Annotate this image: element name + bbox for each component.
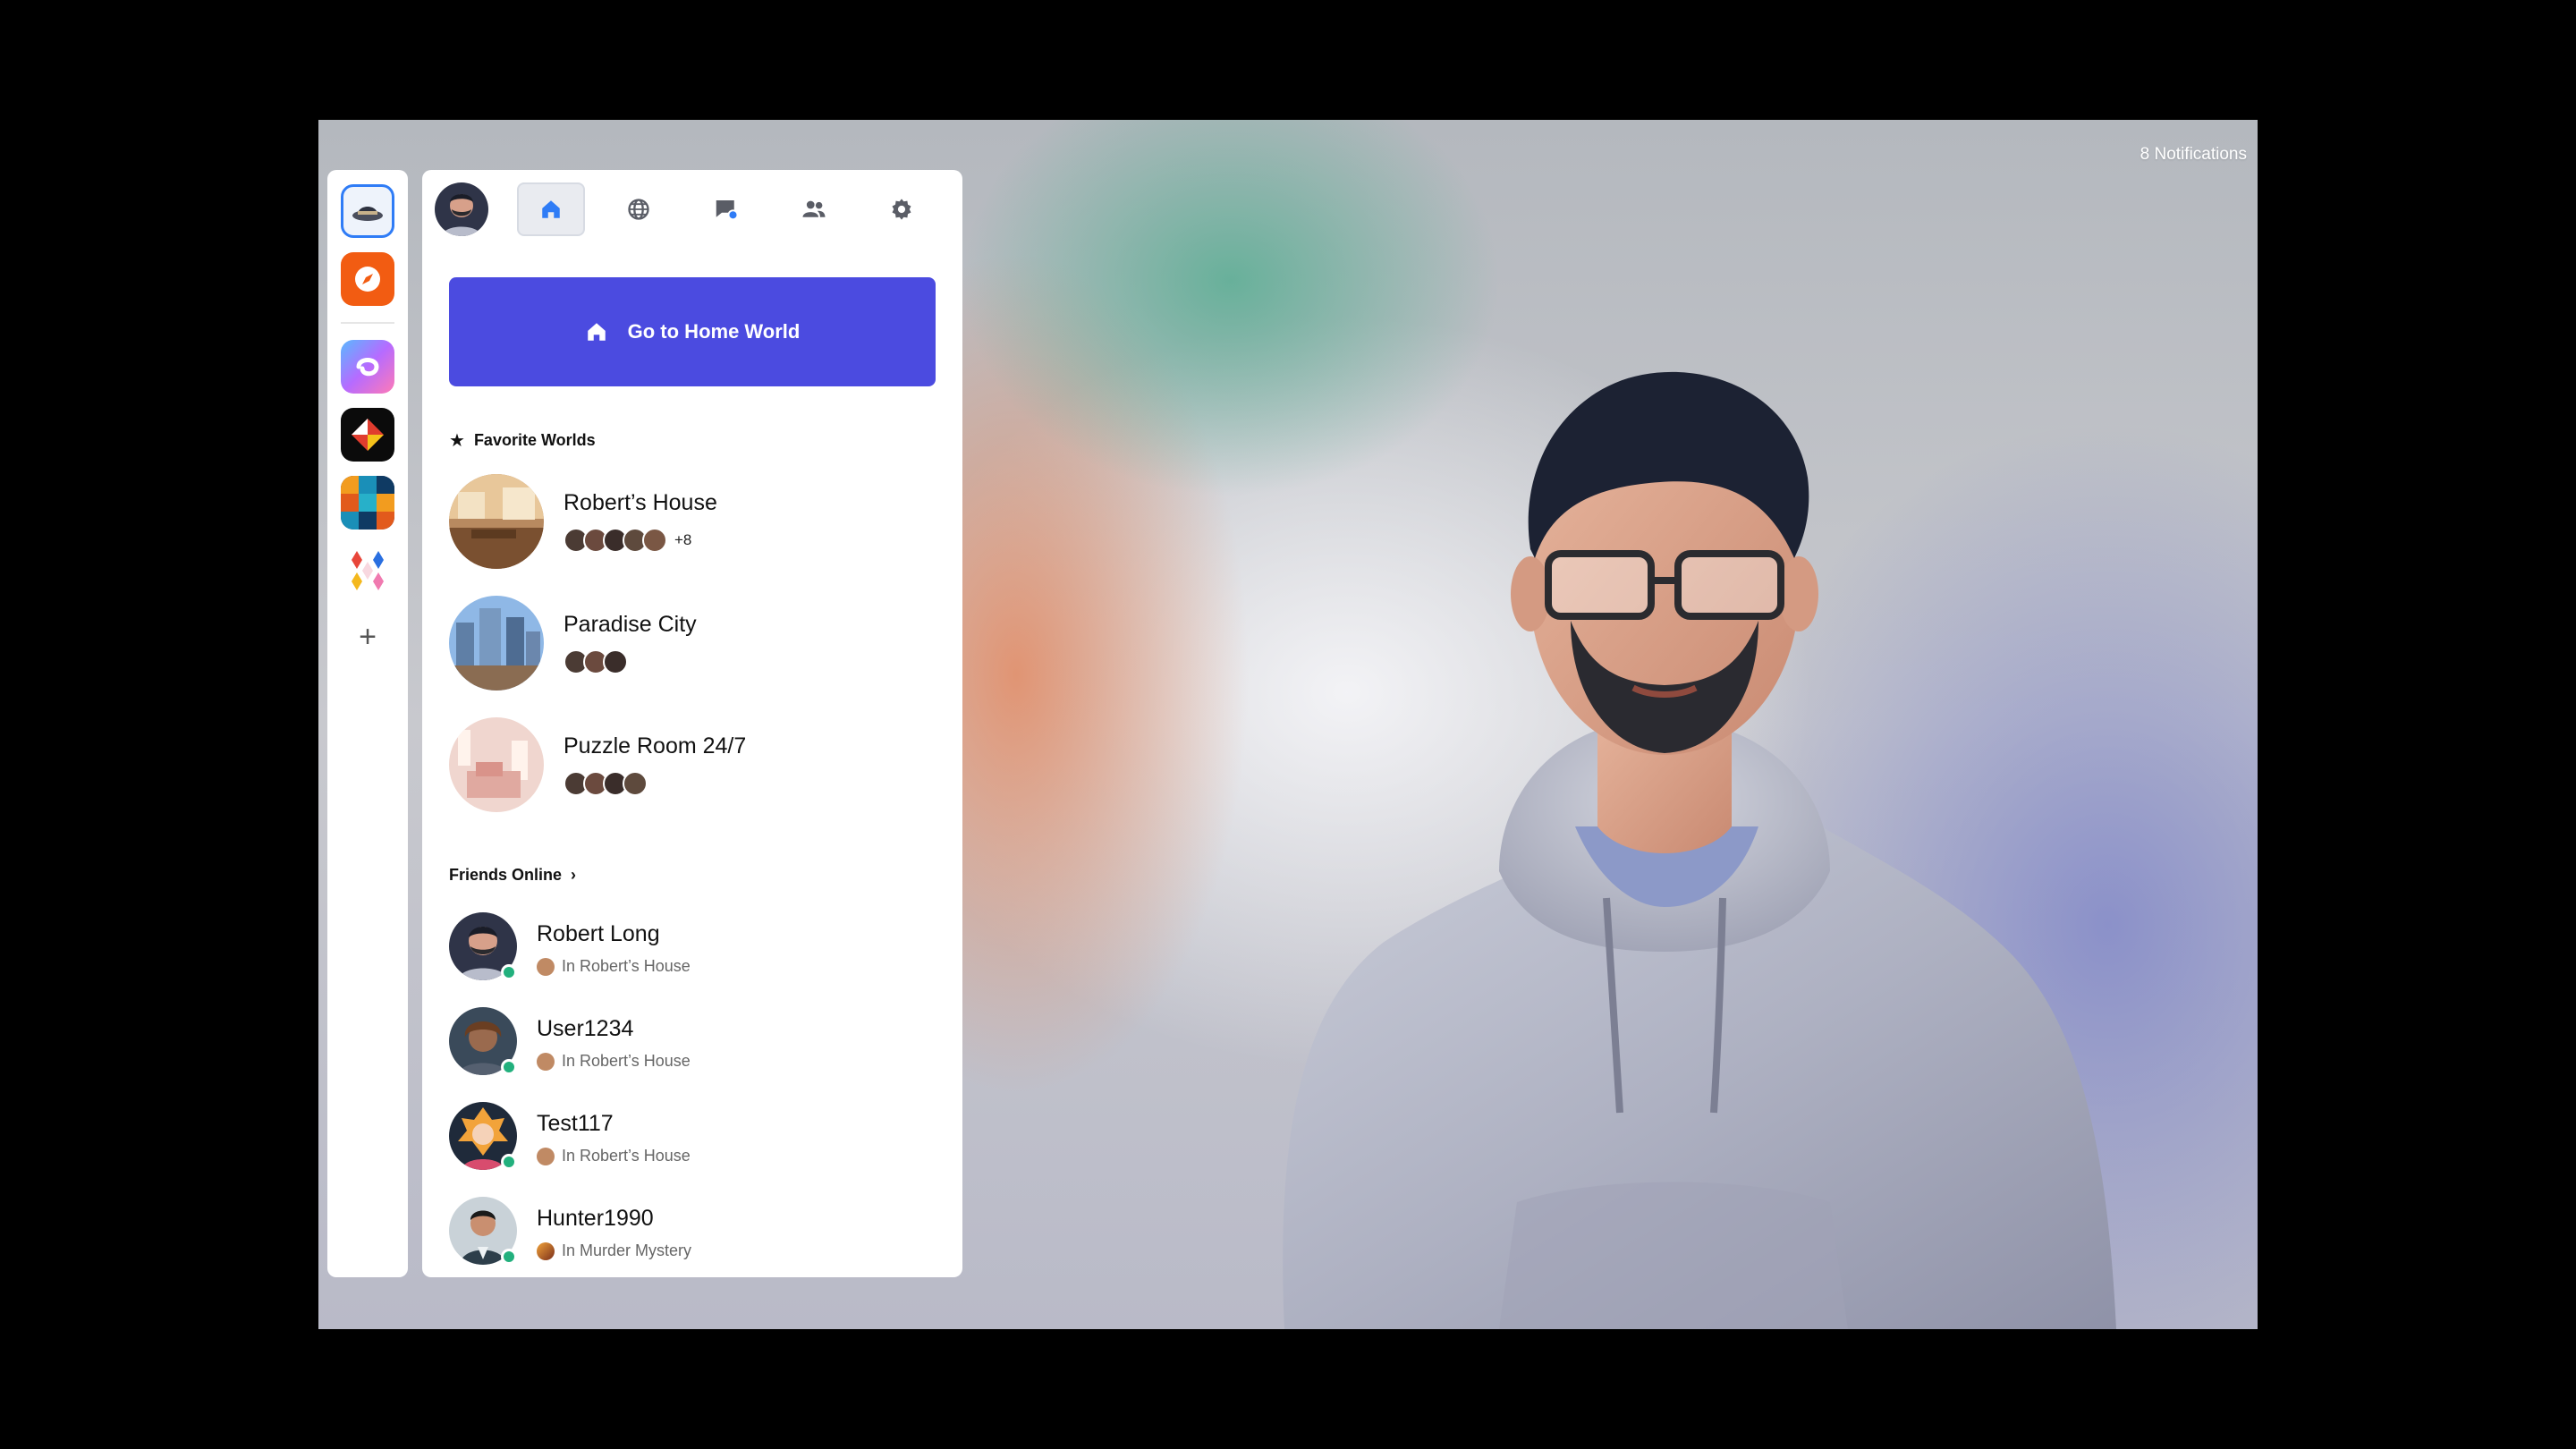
home-button-label: Go to Home World: [627, 320, 801, 343]
online-status-indicator: [501, 964, 517, 980]
friend-location-text: In Robert’s House: [562, 1147, 691, 1165]
friend-location-text: In Robert’s House: [562, 1052, 691, 1070]
world-thumbnail: [537, 1147, 555, 1165]
world-item[interactable]: Robert’s House +8: [449, 474, 932, 571]
friend-location-text: In Murder Mystery: [562, 1241, 692, 1259]
world-name: Robert’s House: [564, 490, 717, 515]
friend-item[interactable]: User1234 In Robert’s House: [449, 1007, 932, 1079]
chat-icon: [716, 200, 739, 221]
friends-online-heading[interactable]: Friends Online ›: [449, 866, 576, 885]
world-viewport[interactable]: 8 Notifications + Go to Home World ★ Fav…: [318, 120, 2258, 1329]
world-visitors: [564, 649, 628, 674]
home-panel: Go to Home World ★ Favorite Worlds Rober…: [422, 170, 962, 1277]
friends-online-title: Friends Online: [449, 866, 563, 884]
friend-name: Test117: [537, 1111, 614, 1136]
blocks-app-icon[interactable]: [341, 476, 394, 530]
world-visitors: +8: [564, 528, 691, 553]
friend-item[interactable]: Test117 In Robert’s House: [449, 1102, 932, 1174]
world-thumbnail: [537, 957, 555, 976]
visitor-overflow-count: +8: [674, 531, 692, 548]
go-to-home-world-button[interactable]: Go to Home World: [449, 277, 936, 386]
globe-icon: [628, 199, 649, 220]
profile-avatar[interactable]: [435, 182, 488, 236]
friend-location-text: In Robert’s House: [562, 957, 691, 975]
friend-location: In Robert’s House: [537, 1147, 691, 1165]
shape-app-icon[interactable]: [341, 408, 394, 462]
settings-icon: [892, 199, 911, 220]
online-status-indicator: [501, 1154, 517, 1170]
notifications-link[interactable]: 8 Notifications: [2140, 145, 2247, 165]
panel-nav: [435, 182, 953, 236]
favorite-worlds-title: Favorite Worlds: [473, 431, 596, 449]
tab-chat[interactable]: [692, 182, 760, 236]
avatar-preview: [1283, 371, 2116, 1329]
swirl-app-icon[interactable]: [341, 340, 394, 394]
world-visitors: [564, 771, 648, 796]
world-thumbnail: [449, 717, 544, 812]
friend-location: In Murder Mystery: [537, 1241, 691, 1260]
chevron-right-icon: ›: [571, 866, 577, 884]
home-icon: [587, 323, 606, 341]
friends-icon: [802, 200, 826, 217]
world-thumbnail: [537, 1052, 555, 1071]
rail-divider: [341, 322, 394, 324]
world-thumbnail: [537, 1241, 555, 1260]
world-item[interactable]: Paradise City: [449, 596, 932, 692]
friend-item[interactable]: Hunter1990 In Murder Mystery: [449, 1197, 932, 1268]
friend-item[interactable]: Robert Long In Robert’s House: [449, 912, 932, 984]
world-thumbnail: [449, 596, 544, 691]
friend-location: In Robert’s House: [537, 1052, 691, 1071]
friend-location: In Robert’s House: [537, 957, 691, 976]
star-app-icon[interactable]: [341, 544, 394, 597]
friend-name: Robert Long: [537, 921, 660, 946]
world-thumbnail: [449, 474, 544, 569]
tab-friends[interactable]: [780, 182, 848, 236]
friend-name: Hunter1990: [537, 1206, 654, 1231]
favorite-worlds-heading: ★ Favorite Worlds: [449, 429, 596, 452]
add-app-button[interactable]: +: [359, 619, 377, 655]
world-name: Paradise City: [564, 612, 697, 637]
tab-settings[interactable]: [868, 182, 936, 236]
visitor-avatar: [623, 771, 648, 796]
friend-name: User1234: [537, 1016, 634, 1041]
visitor-avatar: [642, 528, 667, 553]
tab-home[interactable]: [517, 182, 585, 236]
visitor-avatar: [603, 649, 628, 674]
online-status-indicator: [501, 1249, 517, 1265]
compass-app-icon[interactable]: [341, 252, 394, 306]
app-rail: +: [327, 170, 408, 1277]
home-icon: [542, 200, 560, 218]
star-icon: ★: [449, 431, 465, 451]
world-item[interactable]: Puzzle Room 24/7: [449, 717, 932, 814]
online-status-indicator: [501, 1059, 517, 1075]
world-name: Puzzle Room 24/7: [564, 733, 747, 758]
tab-worlds[interactable]: [605, 182, 673, 236]
hat-app-icon[interactable]: [341, 184, 394, 238]
